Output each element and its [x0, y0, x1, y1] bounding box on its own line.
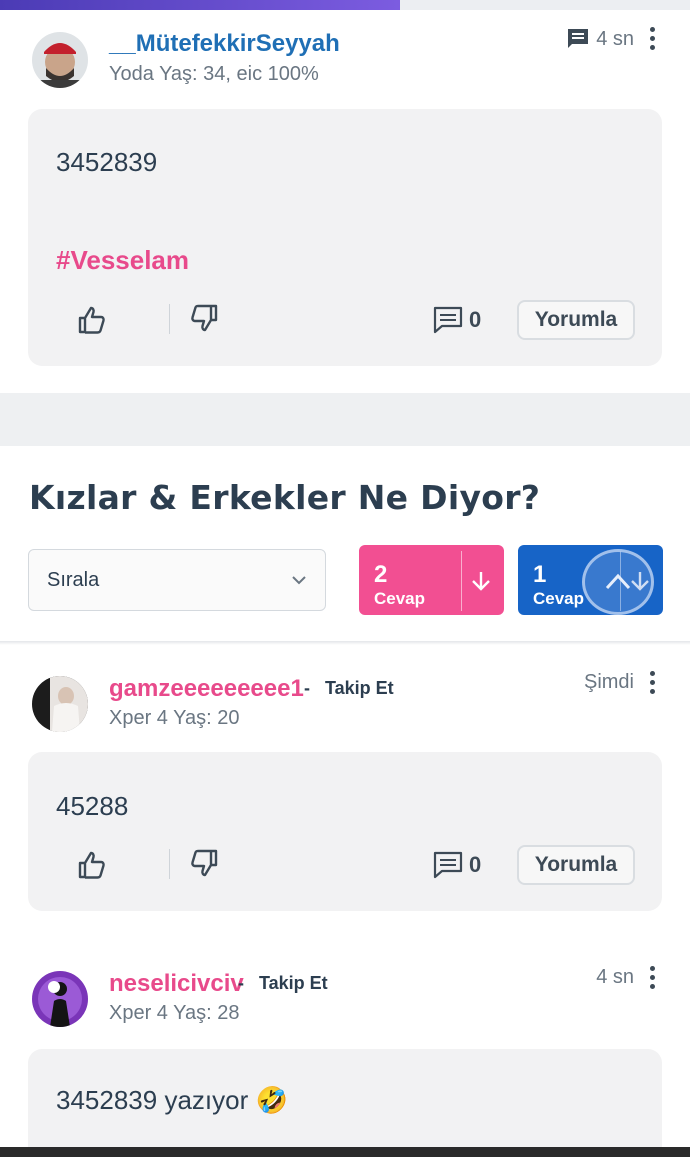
comment-icon	[433, 306, 463, 334]
action-bar: 0 Yorumla	[28, 845, 662, 889]
username[interactable]: __MütefekkirSeyyah	[109, 30, 340, 58]
thumbs-up-icon[interactable]	[76, 849, 108, 881]
chevron-down-icon	[292, 576, 306, 585]
divider	[461, 551, 462, 611]
action-bar: 0 Yorumla	[28, 300, 662, 344]
more-options-icon[interactable]	[648, 966, 656, 989]
follow-button[interactable]: - Takip Et	[304, 678, 394, 699]
avatar[interactable]	[32, 676, 88, 732]
reply-button[interactable]: Yorumla	[517, 845, 635, 885]
progress-fill	[0, 0, 401, 10]
follow-button[interactable]: - Takip Et	[238, 973, 328, 994]
divider	[169, 304, 170, 334]
user-meta: Xper 4 Yaş: 20	[109, 707, 240, 729]
time-label: Şimdi	[583, 671, 634, 693]
comment-icon	[433, 851, 463, 879]
section-divider	[0, 393, 690, 446]
girls-count: 2	[374, 561, 388, 588]
hashtag[interactable]: #Vesselam	[56, 245, 189, 276]
answer-text: 3452839	[56, 147, 158, 177]
sort-dropdown[interactable]: Sırala	[28, 549, 326, 611]
avatar[interactable]	[32, 971, 88, 1027]
section-shadow	[0, 641, 690, 645]
time-label: 4 sn	[596, 27, 634, 50]
user-meta: Xper 4 Yaş: 28	[109, 1002, 240, 1024]
answer-text: 3452839 yazıyor 🤣	[56, 1085, 288, 1115]
section-title: Kızlar & Erkekler Ne Diyor?	[29, 478, 541, 517]
more-options-icon[interactable]	[648, 27, 656, 50]
answer-card: 3452839 yazıyor 🤣	[28, 1049, 662, 1157]
avatar[interactable]	[32, 32, 88, 88]
divider	[169, 849, 170, 879]
user-meta: Yoda Yaş: 34, eic 100%	[109, 63, 319, 85]
system-bar	[0, 1147, 690, 1157]
follow-label: Takip Et	[325, 678, 394, 698]
answer-card: 3452839 #Vesselam 0 Yorumla	[28, 109, 662, 366]
time-label: 4 sn	[596, 966, 634, 988]
more-options-icon[interactable]	[648, 671, 656, 694]
follow-label: Takip Et	[259, 973, 328, 993]
post-time: 4 sn	[566, 27, 634, 51]
scroll-to-top-button[interactable]	[582, 549, 654, 615]
thumbs-down-icon[interactable]	[188, 302, 220, 334]
reply-button[interactable]: Yorumla	[517, 300, 635, 340]
girls-answers-button[interactable]: 2 Cevap	[359, 545, 504, 615]
answer-text: 45288	[56, 791, 129, 821]
reading-progress-bar	[0, 0, 690, 10]
chevron-up-icon	[605, 573, 631, 590]
sort-label: Sırala	[47, 569, 100, 591]
post-time: 4 sn	[596, 966, 634, 989]
boys-count: 1	[533, 561, 547, 588]
username[interactable]: gamzeeeeeeeee1	[109, 675, 304, 703]
username[interactable]: neselicivciv	[109, 970, 244, 998]
message-icon	[568, 29, 589, 48]
thumbs-up-icon[interactable]	[76, 304, 108, 336]
arrow-down-icon	[472, 572, 490, 591]
post-time: Şimdi	[584, 671, 634, 694]
thumbs-down-icon[interactable]	[188, 847, 220, 879]
boys-count-label: Cevap	[533, 589, 585, 608]
comment-button[interactable]: 0	[433, 306, 481, 334]
comment-count: 0	[469, 852, 482, 877]
girls-count-label: Cevap	[374, 589, 426, 608]
comment-button[interactable]: 0	[433, 851, 481, 879]
answer-card: 45288 0 Yorumla	[28, 752, 662, 911]
comment-count: 0	[469, 307, 482, 332]
